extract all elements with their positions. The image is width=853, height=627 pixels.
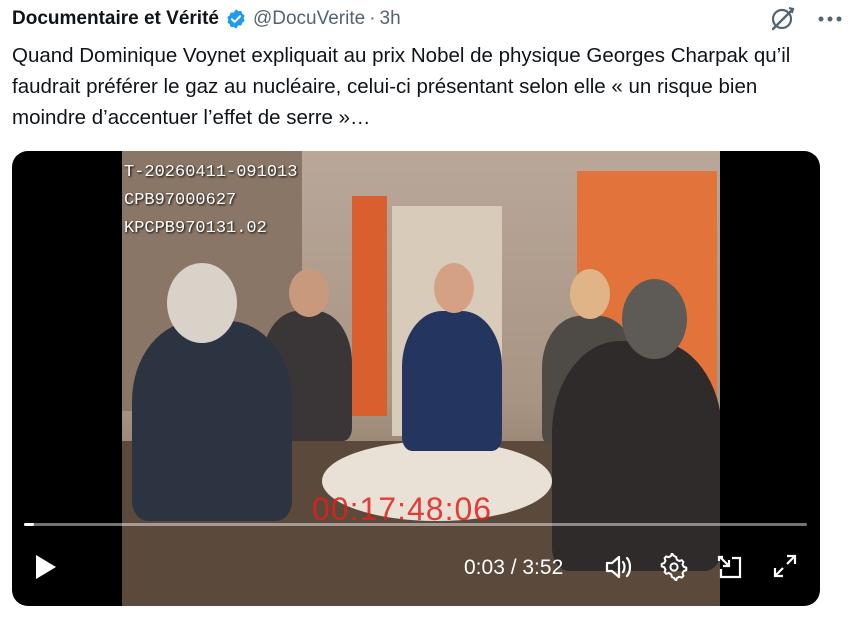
foreground-figure-left <box>132 321 292 521</box>
dock-icon[interactable] <box>716 553 744 581</box>
tweet-time[interactable]: 3h <box>380 8 401 30</box>
guest-head <box>289 269 329 317</box>
foreground-head-right <box>622 279 687 359</box>
foreground-figure-right <box>552 341 720 571</box>
more-icon[interactable] <box>817 14 843 24</box>
tweet-header: Documentaire et Vérité @DocuVerite · 3h <box>12 4 843 34</box>
video-time-display: 0:03 / 3:52 <box>464 556 564 579</box>
osd-line: CPB97000627 <box>124 191 237 210</box>
tweet-text: Quand Dominique Voynet expliquait au pri… <box>12 44 791 129</box>
play-icon[interactable] <box>34 554 58 580</box>
guest-head-right <box>570 269 610 319</box>
author-name[interactable]: Documentaire et Vérité <box>12 8 219 30</box>
settings-gear-icon[interactable] <box>660 553 688 581</box>
host-head <box>434 263 474 313</box>
video-progress-fill <box>24 523 35 526</box>
studio-panel <box>352 196 387 416</box>
osd-line: KPCPB970131.02 <box>124 219 267 238</box>
separator-dot: · <box>369 8 376 29</box>
video-controls: 0:03 / 3:52 <box>12 541 820 591</box>
foreground-head-left <box>167 263 237 343</box>
author-handle[interactable]: @DocuVerite <box>253 8 365 30</box>
video-player[interactable]: T-20260411-091013 CPB97000627 KPCPB97013… <box>12 151 820 606</box>
header-actions <box>769 5 843 33</box>
host-figure <box>402 311 502 451</box>
video-progress-bar[interactable] <box>24 523 807 526</box>
video-osd-overlay: T-20260411-091013 CPB97000627 KPCPB97013… <box>124 159 297 243</box>
volume-icon[interactable] <box>604 553 634 581</box>
grok-icon[interactable] <box>769 5 797 33</box>
verified-badge-icon <box>225 8 247 30</box>
osd-line: T-20260411-091013 <box>124 163 298 182</box>
fullscreen-icon[interactable] <box>772 553 798 579</box>
